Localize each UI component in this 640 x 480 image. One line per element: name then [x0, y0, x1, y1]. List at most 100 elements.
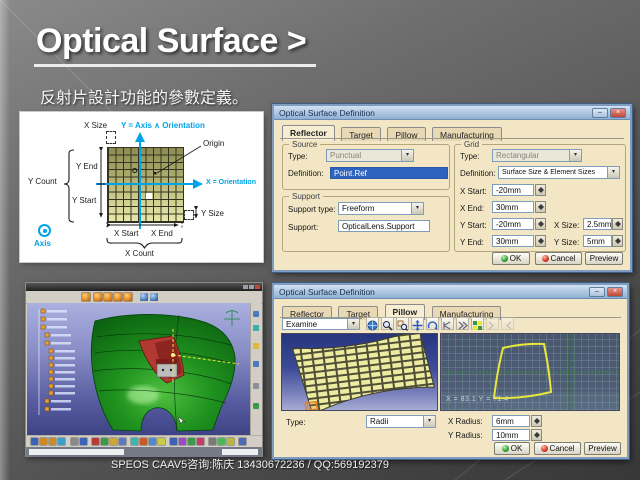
toolbar-icon[interactable] — [227, 438, 234, 445]
toolbar-icon[interactable] — [150, 293, 158, 301]
selected-mesh-cell[interactable] — [305, 402, 317, 411]
dropdown-arrow-icon[interactable]: ▾ — [423, 416, 435, 427]
grid-type-label: Type: — [460, 152, 480, 161]
toolbar-icon[interactable] — [140, 438, 147, 445]
minimize-icon[interactable]: – — [589, 287, 605, 297]
toolbar-icon[interactable] — [158, 438, 165, 445]
y-radius-field[interactable]: 10mm — [492, 429, 530, 441]
x-start-spinner[interactable] — [535, 184, 546, 196]
y-start-spinner[interactable] — [535, 218, 546, 230]
command-input-box[interactable] — [222, 449, 258, 455]
toolbar-icon[interactable] — [49, 438, 56, 445]
next-view-icon[interactable] — [456, 317, 469, 330]
dropdown-arrow-icon[interactable]: ▾ — [411, 203, 423, 214]
toolbar-icon[interactable] — [188, 438, 195, 445]
toolbar-icon[interactable] — [114, 293, 122, 301]
toolbar-icon[interactable] — [82, 293, 90, 301]
minimize-icon[interactable] — [243, 285, 248, 289]
toolbar-icon[interactable] — [58, 438, 65, 445]
toolbar-icon[interactable] — [92, 438, 99, 445]
dialog2-titlebar[interactable]: Optical Surface Definition – × — [274, 285, 627, 299]
x-size-label: X Size — [84, 121, 107, 130]
x-size-spinner[interactable] — [612, 218, 623, 230]
y-size-field[interactable]: 5mm — [583, 235, 612, 247]
toolbar-icon[interactable] — [40, 438, 47, 445]
pillow-3d-preview[interactable] — [281, 333, 438, 411]
dropdown-arrow-icon[interactable]: ▾ — [347, 319, 359, 329]
toolbar-icon[interactable] — [110, 438, 117, 445]
pillow-type-dropdown[interactable]: Radii ▾ — [366, 415, 436, 428]
y-end-field[interactable]: 30mm — [492, 235, 534, 247]
catia-titlebar[interactable] — [26, 283, 262, 291]
view-mode-dropdown[interactable]: Examine ▾ — [282, 318, 360, 330]
pan-icon[interactable] — [411, 317, 424, 330]
compass-icon[interactable] — [224, 310, 240, 326]
close-icon[interactable]: × — [610, 108, 626, 118]
ok-button[interactable]: OK — [492, 252, 530, 265]
source-definition-field[interactable]: Point.Ref — [330, 167, 448, 179]
dropdown-arrow-icon[interactable]: ▾ — [569, 150, 581, 161]
x-start-field[interactable]: -20mm — [492, 184, 534, 196]
disabled-tool-icon — [486, 317, 499, 330]
x-radius-field[interactable]: 6mm — [492, 415, 530, 427]
dropdown-arrow-icon[interactable]: ▾ — [401, 150, 413, 161]
toolbar-icon[interactable] — [149, 438, 156, 445]
toolbar-icon[interactable] — [253, 383, 259, 389]
toolbar-icon[interactable] — [179, 438, 186, 445]
pillow-2d-view[interactable]: X = 83.1 Y = 71.4 — [440, 333, 620, 411]
toolbar-icon[interactable] — [140, 293, 148, 301]
y-start-field[interactable]: -20mm — [492, 218, 534, 230]
ok-button[interactable]: OK — [494, 442, 530, 455]
fit-all-icon[interactable] — [441, 317, 454, 330]
x-end-spinner[interactable] — [535, 201, 546, 213]
cancel-button[interactable]: Cancel — [534, 442, 581, 455]
toolbar-icon[interactable] — [119, 438, 126, 445]
close-icon[interactable]: × — [607, 287, 623, 297]
toolbar-icon[interactable] — [124, 293, 132, 301]
zoom-area-icon[interactable] — [396, 317, 409, 330]
minimize-icon[interactable]: – — [592, 108, 608, 118]
cancel-button[interactable]: Cancel — [535, 252, 582, 265]
toolbar-icon[interactable] — [104, 293, 112, 301]
toolbar-icon[interactable] — [170, 438, 177, 445]
grid-toggle-icon[interactable] — [471, 317, 484, 330]
dialog1-titlebar[interactable]: Optical Surface Definition – × — [274, 106, 630, 120]
maximize-icon[interactable] — [249, 285, 254, 289]
x-size-field[interactable]: 2.5mm — [583, 218, 612, 230]
support-field[interactable]: OpticalLens.Support — [338, 220, 430, 232]
toolbar-icon[interactable] — [253, 343, 259, 349]
toolbar-icon[interactable] — [209, 438, 216, 445]
globe-icon[interactable] — [366, 317, 379, 330]
toolbar-icon[interactable] — [94, 293, 102, 301]
grid-type-dropdown[interactable]: Rectangular ▾ — [492, 149, 582, 162]
toolbar-icon[interactable] — [71, 438, 78, 445]
toolbar-icon[interactable] — [131, 438, 138, 445]
x-radius-spinner[interactable] — [531, 415, 542, 427]
source-type-dropdown[interactable]: Punctual ▾ — [326, 149, 414, 162]
y-size-spinner[interactable] — [612, 235, 623, 247]
rotate-icon[interactable] — [426, 317, 439, 330]
toolbar-icon[interactable] — [253, 325, 259, 331]
toolbar-icon[interactable] — [253, 403, 259, 409]
grid-definition-dropdown[interactable]: Surface Size & Element Sizes ▾ — [498, 166, 620, 179]
contact-caption: SPEOS CAAV5咨询:陈庆 13430672236 / QQ:569192… — [40, 456, 460, 472]
specification-tree[interactable] — [39, 309, 75, 415]
preview-button[interactable]: Preview — [585, 252, 623, 265]
x-end-field[interactable]: 30mm — [492, 201, 534, 213]
toolbar-icon[interactable] — [197, 438, 204, 445]
support-type-dropdown[interactable]: Freeform ▾ — [338, 202, 424, 215]
preview-button[interactable]: Preview — [584, 442, 621, 455]
zoom-icon[interactable] — [381, 317, 394, 330]
close-icon[interactable] — [255, 285, 260, 289]
toolbar-icon[interactable] — [218, 438, 225, 445]
toolbar-icon[interactable] — [253, 311, 259, 317]
catia-3d-viewport[interactable] — [27, 303, 253, 435]
toolbar-icon[interactable] — [253, 361, 259, 367]
y-radius-spinner[interactable] — [531, 429, 542, 441]
toolbar-icon[interactable] — [80, 438, 87, 445]
toolbar-icon[interactable] — [101, 438, 108, 445]
dropdown-arrow-icon[interactable]: ▾ — [607, 167, 619, 178]
toolbar-icon[interactable] — [239, 438, 246, 445]
y-end-spinner[interactable] — [535, 235, 546, 247]
toolbar-icon[interactable] — [31, 438, 38, 445]
